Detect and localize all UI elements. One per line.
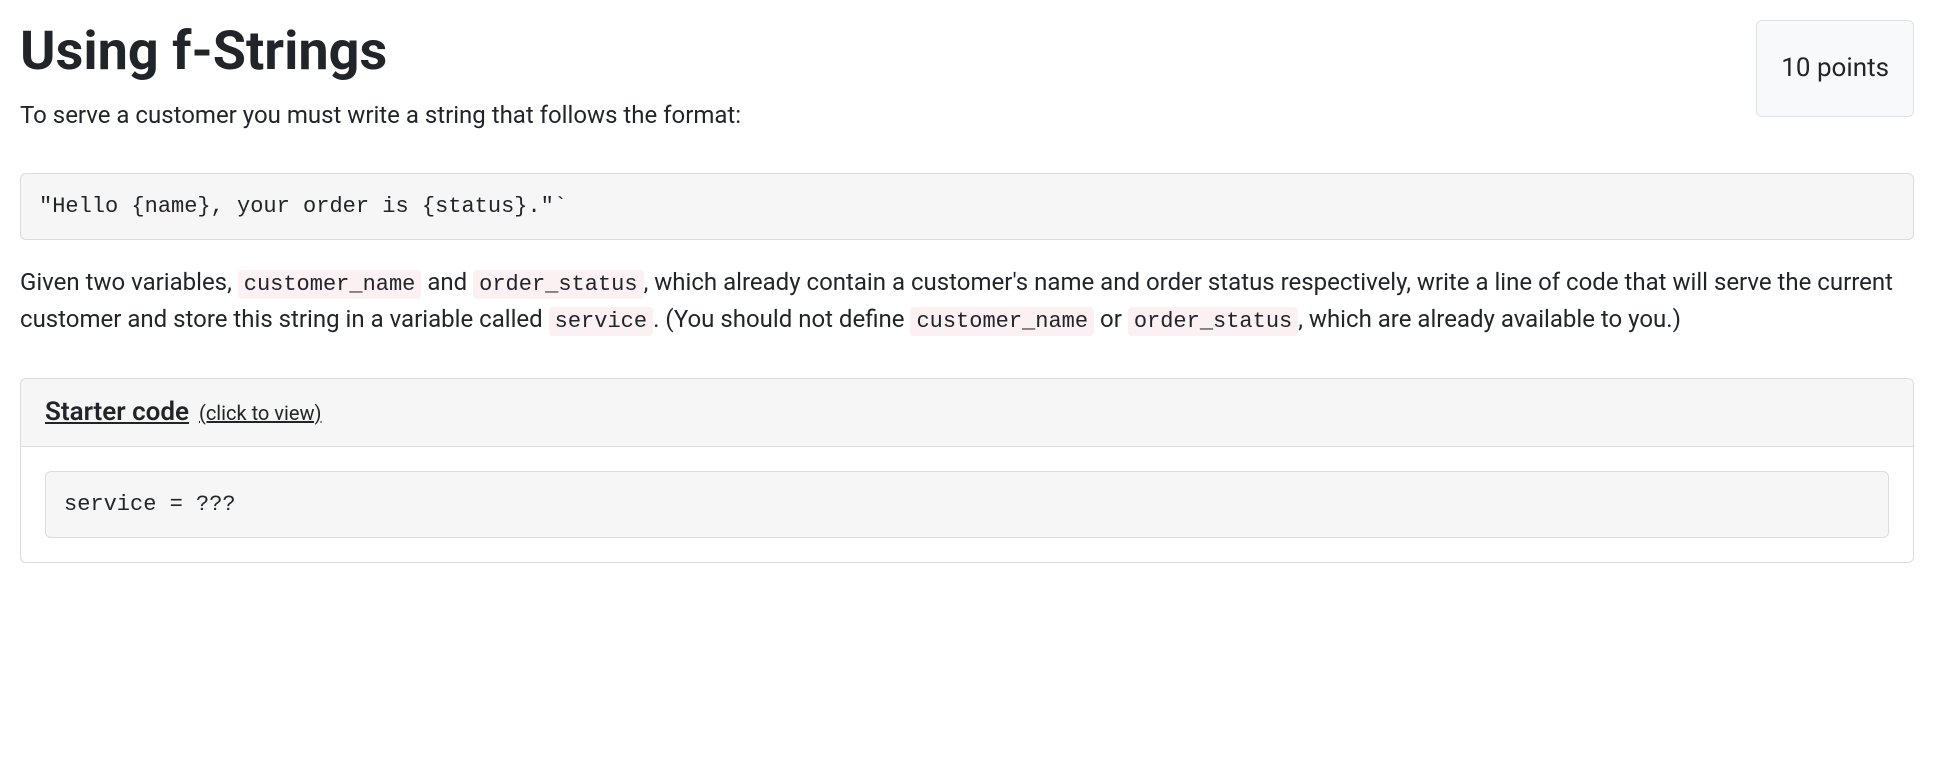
desc-part: . (You should not define (653, 305, 910, 333)
inline-code-customer-name: customer_name (238, 270, 422, 299)
description-text: Given two variables, customer_name and o… (20, 264, 1914, 338)
inline-code-order-status-2: order_status (1128, 307, 1298, 336)
desc-part: or (1094, 305, 1128, 333)
points-badge: 10 points (1756, 20, 1914, 117)
desc-part: and (421, 268, 473, 296)
starter-code-block: service = ??? (45, 471, 1889, 538)
starter-code-hint: (click to view) (199, 401, 321, 425)
format-code-block: "Hello {name}, your order is {status}."` (20, 173, 1914, 240)
inline-code-customer-name-2: customer_name (910, 307, 1094, 336)
inline-code-order-status: order_status (473, 270, 643, 299)
starter-code-title: Starter code (45, 397, 189, 427)
desc-part: , which are already available to you.) (1298, 305, 1681, 333)
desc-part: Given two variables, (20, 268, 238, 296)
page-title: Using f-Strings (20, 20, 741, 85)
starter-code-body: service = ??? (21, 447, 1913, 562)
starter-code-toggle[interactable]: Starter code (click to view) (21, 379, 1913, 447)
starter-code-panel: Starter code (click to view) service = ?… (20, 378, 1914, 563)
intro-text: To serve a customer you must write a str… (20, 97, 741, 133)
inline-code-service: service (549, 307, 653, 336)
